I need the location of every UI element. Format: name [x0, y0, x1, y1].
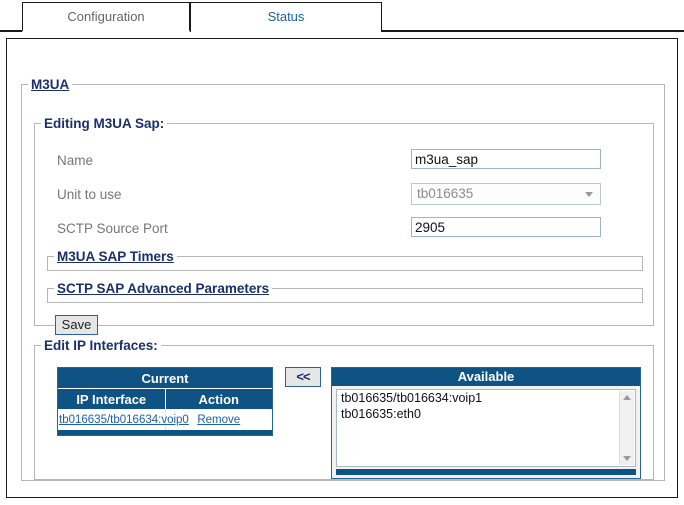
save-button[interactable]: Save — [55, 315, 98, 335]
available-footer-bar — [336, 469, 636, 475]
page-root: Configuration Status M3UA Editing M3UA S… — [0, 0, 684, 505]
m3ua-sap-timers-legend-link[interactable]: M3UA SAP Timers — [54, 249, 177, 264]
content-frame: M3UA Editing M3UA Sap: Name Unit to use … — [6, 38, 678, 498]
ip-interface-link[interactable]: tb016635/tb016634:voip0 — [59, 414, 189, 426]
table-header-row: IP Interface Action — [58, 388, 272, 409]
sctp-source-port-input[interactable] — [411, 217, 601, 237]
cell-ip-interface: tb016635/tb016634:voip0 — [58, 409, 189, 430]
chevron-down-icon — [585, 192, 593, 197]
m3ua-legend-link[interactable]: M3UA — [28, 77, 72, 92]
edit-ip-interfaces-legend: Edit IP Interfaces: — [44, 338, 158, 353]
tab-status[interactable]: Status — [190, 2, 382, 32]
vertical-scrollbar[interactable] — [619, 391, 634, 465]
form-row-name: Name — [35, 149, 653, 175]
editing-m3ua-sap-fieldset: Editing M3UA Sap: Name Unit to use tb016… — [34, 116, 654, 335]
table-footer-row — [58, 430, 272, 435]
tab-configuration-label: Configuration — [67, 9, 145, 24]
name-label: Name — [57, 153, 94, 168]
unit-to-use-value: tb016635 — [417, 186, 474, 201]
column-header-action: Action — [165, 388, 272, 409]
m3ua-fieldset: M3UA Editing M3UA Sap: Name Unit to use … — [21, 77, 665, 481]
tab-status-label: Status — [267, 9, 305, 24]
current-table-title: Current — [58, 368, 272, 389]
m3ua-sap-timers-fieldset: M3UA SAP Timers — [47, 249, 643, 271]
name-input[interactable] — [411, 149, 601, 169]
unit-to-use-select[interactable]: tb016635 — [411, 183, 601, 205]
current-interfaces-panel: Current IP Interface Action tb016635/tb0… — [57, 367, 273, 436]
sctp-sap-advanced-parameters-legend-link[interactable]: SCTP SAP Advanced Parameters — [54, 281, 272, 296]
list-item[interactable]: tb016635:eth0 — [337, 406, 635, 422]
table-footer-bar — [58, 430, 272, 435]
form-row-unit: Unit to use tb016635 — [35, 183, 653, 209]
sctp-sap-advanced-parameters-fieldset: SCTP SAP Advanced Parameters — [47, 281, 643, 303]
current-interfaces-table: Current IP Interface Action tb016635/tb0… — [58, 368, 272, 435]
edit-ip-interfaces-fieldset: Edit IP Interfaces: Current IP Interface… — [34, 338, 654, 480]
scroll-up-arrow-icon[interactable] — [623, 395, 631, 400]
list-item[interactable]: tb016635/tb016634:voip1 — [337, 390, 635, 406]
tab-bar: Configuration Status — [0, 0, 684, 32]
available-title: Available — [332, 368, 640, 386]
tab-configuration[interactable]: Configuration — [22, 2, 190, 32]
sctp-source-port-label: SCTP Source Port — [57, 221, 168, 236]
form-row-sctp-port: SCTP Source Port — [35, 217, 653, 243]
available-interfaces-panel: Available tb016635/tb016634:voip1 tb0166… — [331, 367, 641, 479]
available-listbox[interactable]: tb016635/tb016634:voip1 tb016635:eth0 — [336, 389, 636, 467]
scroll-down-arrow-icon[interactable] — [623, 456, 631, 461]
editing-m3ua-sap-legend: Editing M3UA Sap: — [44, 116, 165, 131]
move-left-button[interactable]: << — [285, 367, 321, 387]
unit-to-use-label: Unit to use — [57, 187, 122, 202]
column-header-ip-interface: IP Interface — [58, 388, 166, 409]
table-row: tb016635/tb016634:voip0 Remove — [58, 409, 272, 430]
table-title-row: Current — [58, 368, 272, 389]
remove-link[interactable]: Remove — [197, 414, 240, 426]
